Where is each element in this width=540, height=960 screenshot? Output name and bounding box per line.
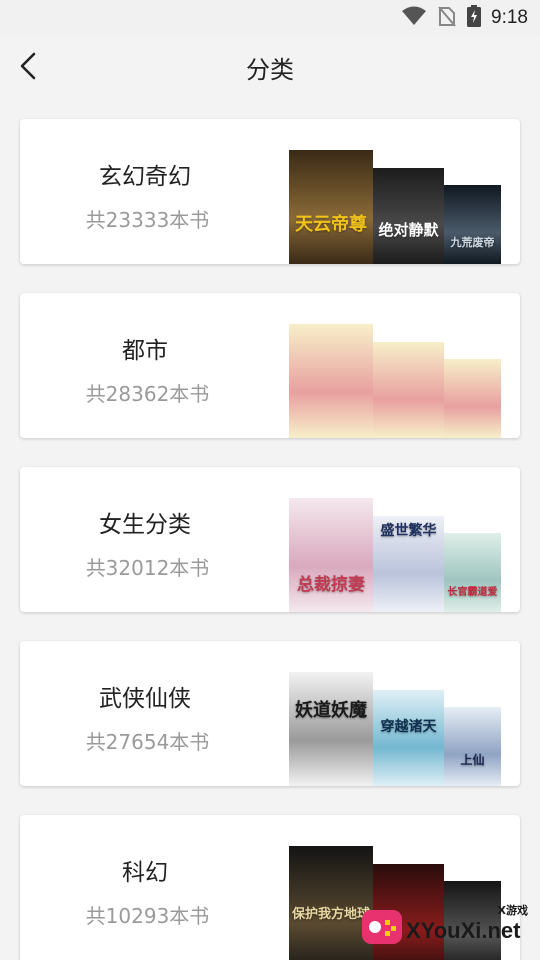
battery-charging-icon <box>467 5 482 31</box>
category-count: 共32012本书 <box>85 556 210 580</box>
category-card-nvsheng[interactable]: 女生分类 共32012本书 总裁掠妻 盛世繁华 长官霸道爱 <box>20 467 520 612</box>
book-cover <box>289 324 373 438</box>
wifi-icon <box>401 6 427 30</box>
category-count: 共28362本书 <box>85 382 210 406</box>
book-cover: 绝对静默 <box>373 168 444 264</box>
book-cover: 天云帝尊 <box>289 150 373 264</box>
book-cover: 九荒废帝 <box>444 185 501 264</box>
category-card-wuxia[interactable]: 武侠仙侠 共27654本书 妖道妖魔 穿越诸天 上仙 <box>20 641 520 786</box>
book-cover: 上仙 <box>444 707 501 786</box>
book-covers <box>289 293 520 438</box>
category-name: 女生分类 <box>99 512 191 538</box>
category-card-dushi[interactable]: 都市 共28362本书 <box>20 293 520 438</box>
top-bar: 分类 <box>0 36 540 98</box>
watermark-text: XYouXi.net <box>406 918 521 943</box>
category-card-xuanhuan[interactable]: 玄幻奇幻 共23333本书 天云帝尊 绝对静默 九荒废帝 <box>20 119 520 264</box>
gamepad-logo-icon <box>362 910 402 944</box>
book-covers: 天云帝尊 绝对静默 九荒废帝 <box>289 119 520 264</box>
no-sim-icon <box>437 5 457 31</box>
category-count: 共10293本书 <box>85 904 210 928</box>
category-name: 都市 <box>122 338 168 364</box>
category-name: 科幻 <box>122 860 168 886</box>
book-cover: 妖道妖魔 <box>289 672 373 786</box>
category-name: 玄幻奇幻 <box>99 164 191 190</box>
book-covers: 妖道妖魔 穿越诸天 上仙 <box>289 641 520 786</box>
category-name: 武侠仙侠 <box>99 686 191 712</box>
book-cover: 穿越诸天 <box>373 690 444 786</box>
category-count: 共23333本书 <box>85 208 210 232</box>
watermark-label: X游戏 <box>497 904 528 917</box>
status-time: 9:18 <box>491 7 528 28</box>
book-cover: 总裁掠妻 <box>289 498 373 612</box>
category-count: 共27654本书 <box>85 730 210 754</box>
watermark: X游戏 XYouXi.net <box>362 902 532 952</box>
status-icons: 9:18 <box>401 5 528 31</box>
book-cover: 保护我方地球 <box>289 846 373 960</box>
book-cover: 盛世繁华 <box>373 516 444 612</box>
book-cover: 长官霸道爱 <box>444 533 501 612</box>
status-bar: 9:18 <box>0 0 540 36</box>
book-cover <box>373 342 444 438</box>
book-cover <box>444 359 501 438</box>
page-title: 分类 <box>246 56 294 84</box>
book-covers: 总裁掠妻 盛世繁华 长官霸道爱 <box>289 467 520 612</box>
